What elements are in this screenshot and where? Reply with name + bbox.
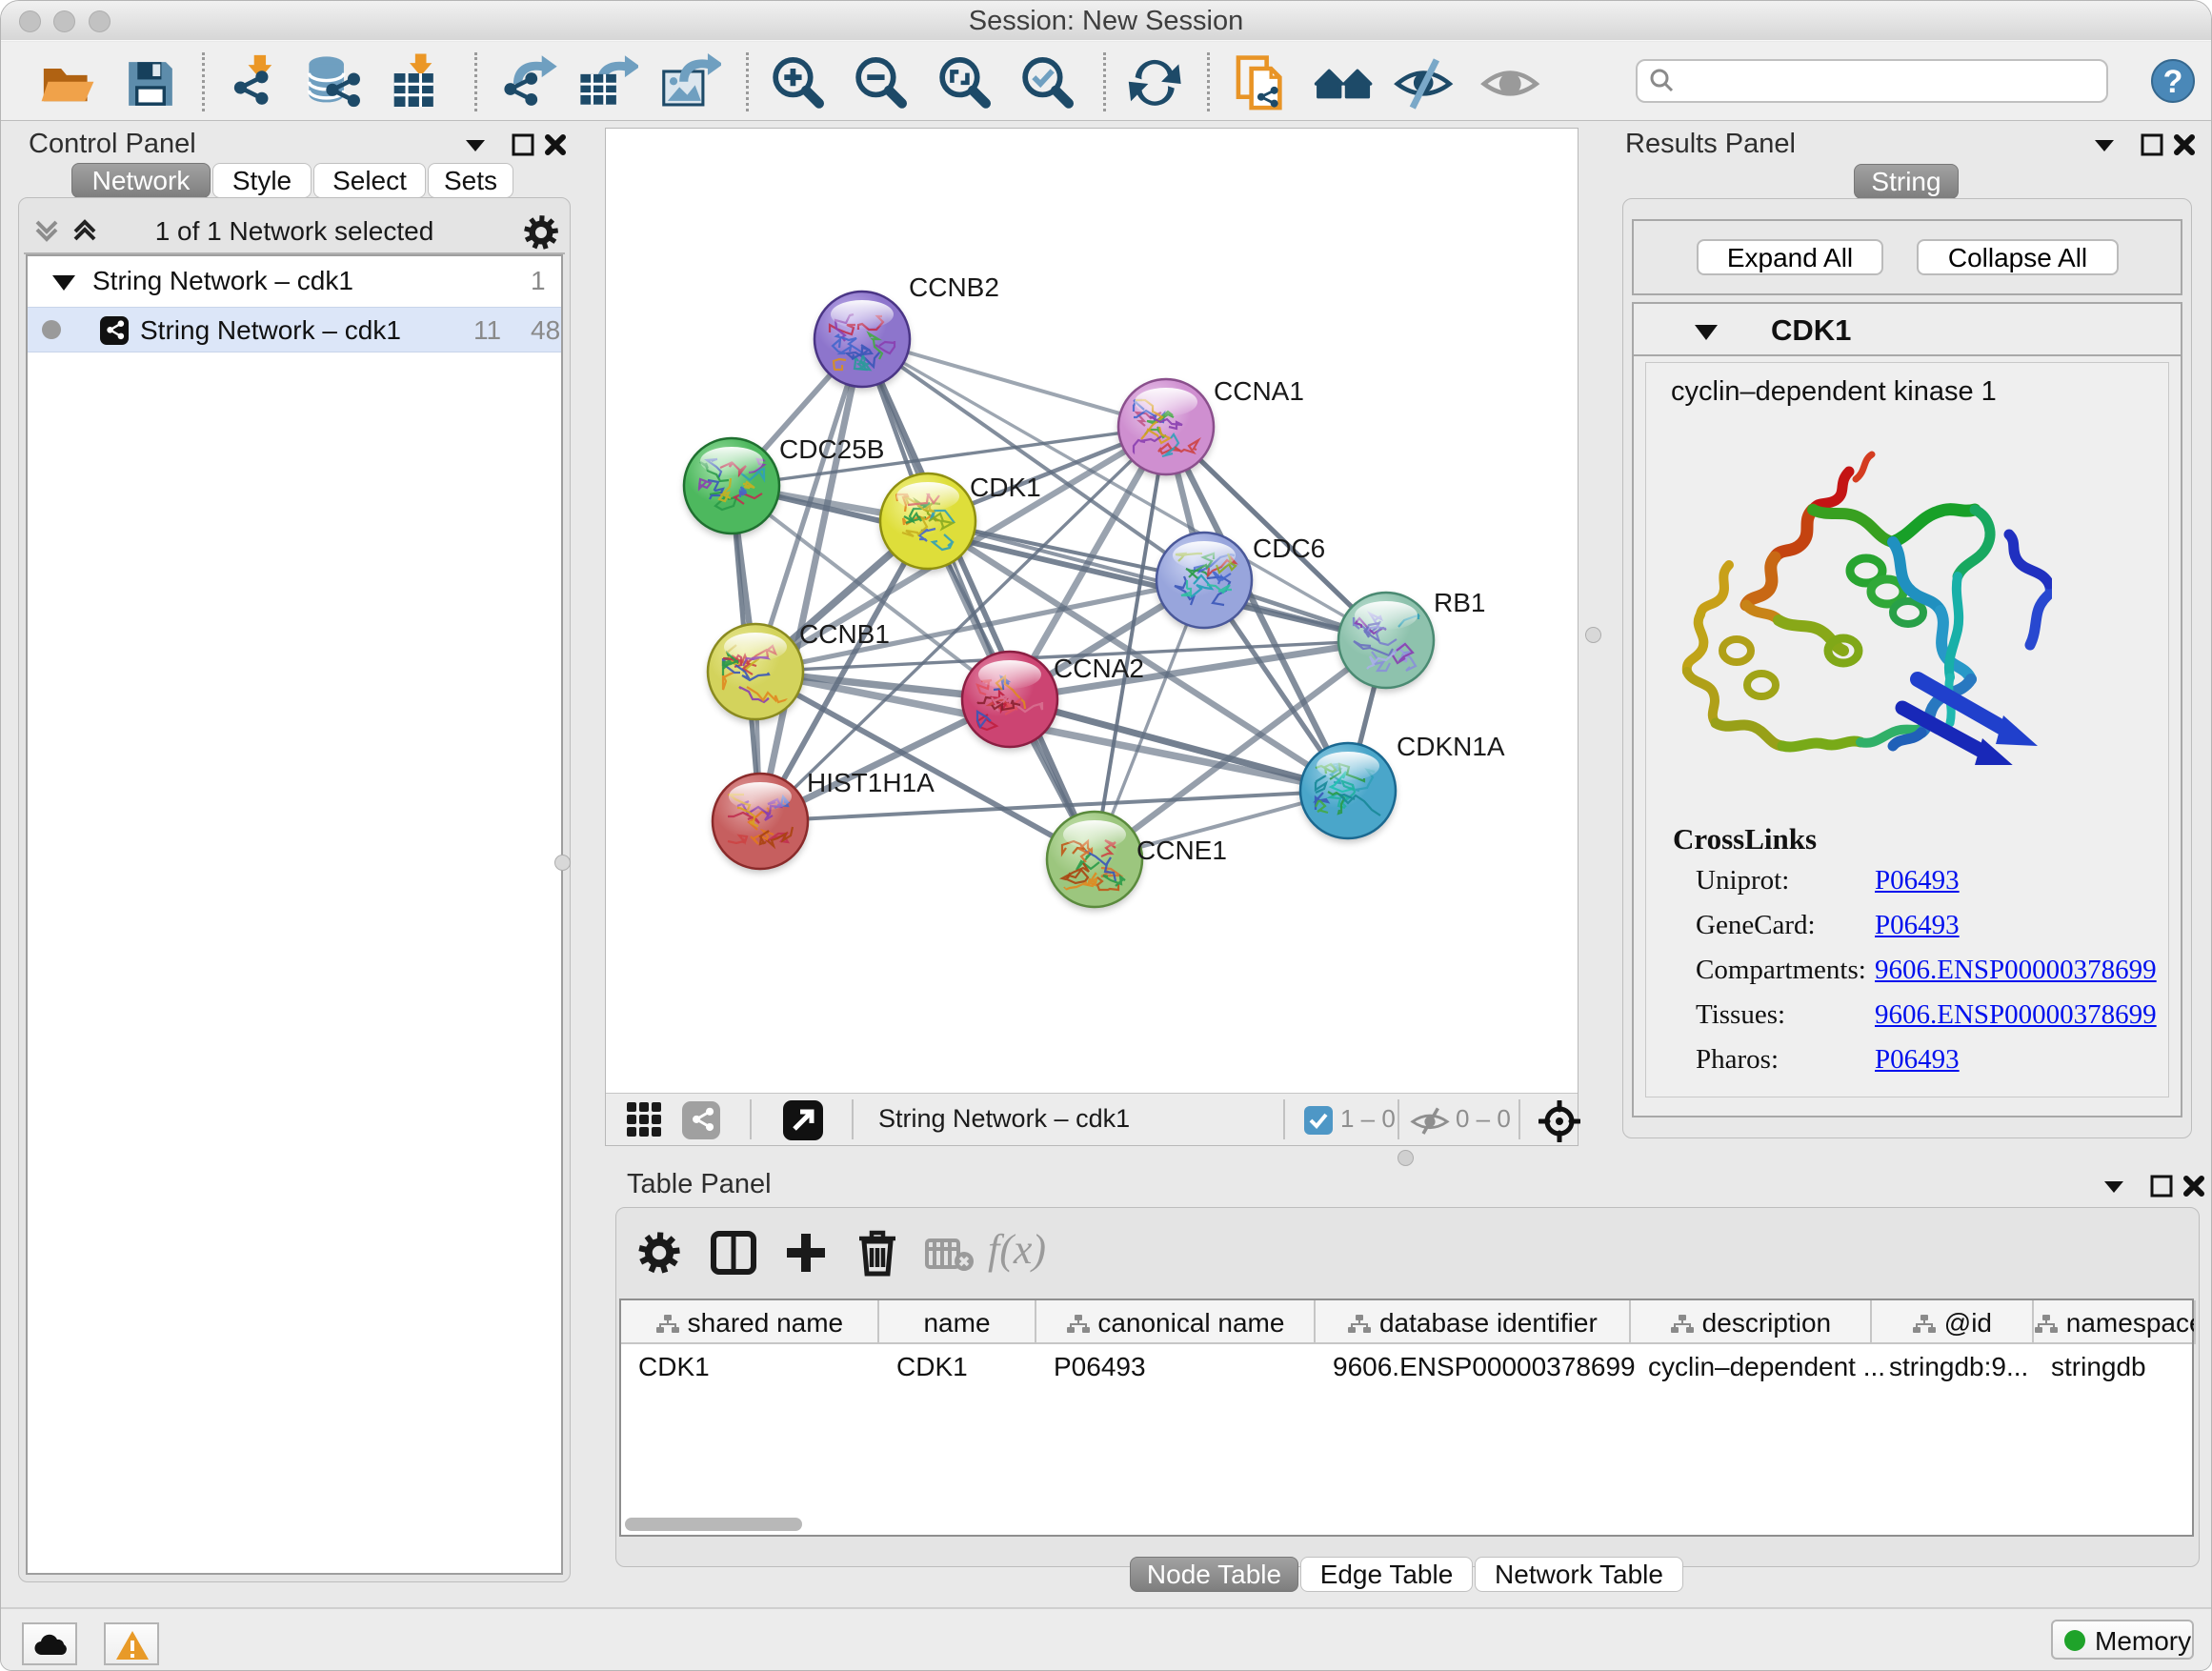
svg-text:RB1: RB1 bbox=[1434, 588, 1485, 617]
svg-text:HIST1H1A: HIST1H1A bbox=[807, 768, 935, 797]
svg-text:CCNB1: CCNB1 bbox=[799, 619, 890, 649]
svg-text:CDC25B: CDC25B bbox=[779, 434, 884, 464]
svg-text:CCNB2: CCNB2 bbox=[909, 272, 999, 302]
svg-text:CCNA1: CCNA1 bbox=[1214, 376, 1304, 406]
svg-text:CDC6: CDC6 bbox=[1253, 534, 1325, 563]
svg-text:CCNE1: CCNE1 bbox=[1136, 836, 1227, 865]
svg-text:CDKN1A: CDKN1A bbox=[1397, 732, 1505, 761]
svg-text:CDK1: CDK1 bbox=[970, 473, 1041, 502]
svg-text:CCNA2: CCNA2 bbox=[1054, 654, 1144, 683]
